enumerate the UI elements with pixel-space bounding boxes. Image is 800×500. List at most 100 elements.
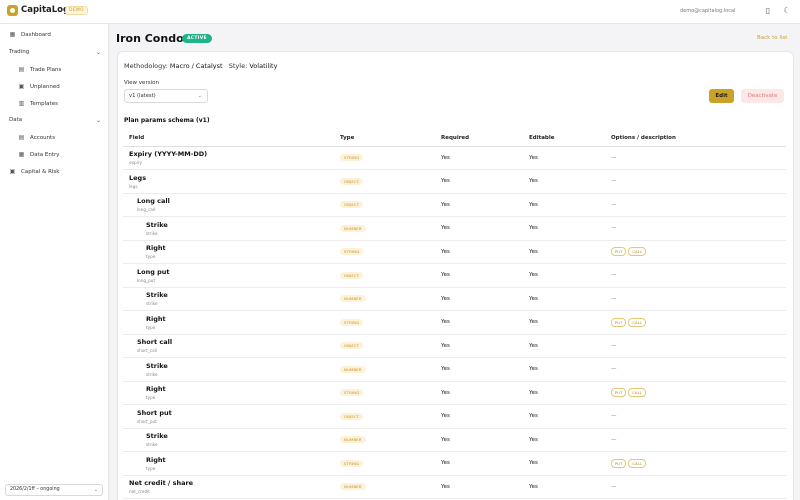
option-pill: CALL — [628, 317, 646, 327]
chevron-down-icon: ⌄ — [95, 117, 101, 124]
options-empty: — — [611, 272, 617, 279]
sidebar-item-data-entry[interactable]: ▦ Data Entry — [18, 151, 60, 158]
sidebar-item-label: Accounts — [30, 134, 56, 141]
field-cell: Strike strike — [123, 287, 334, 311]
type-cell: NUMBER — [334, 428, 435, 452]
table-row: Long put long_put OBJECT Yes Yes — — [123, 263, 786, 288]
type-badge: OBJECT — [340, 201, 364, 209]
type-badge: OBJECT — [340, 412, 364, 420]
field-cell: Legs legs — [123, 169, 334, 194]
field-name: Strike — [146, 361, 168, 370]
chevron-down-icon: ⌄ — [93, 487, 98, 493]
sidebar-item-unplanned[interactable]: ▣ Unplanned — [18, 83, 60, 90]
sidebar-group-trading[interactable]: Trading ⌄ — [9, 49, 101, 56]
field-cell: Right type — [123, 310, 334, 335]
field-key: short_call — [137, 348, 158, 354]
editable-cell: Yes — [523, 169, 605, 194]
type-cell: NUMBER — [334, 475, 435, 499]
column-header-type: Type — [334, 131, 435, 147]
table-row: Net credit / share net_credit NUMBER Yes Yes… — [123, 475, 786, 499]
type-cell: STRING — [334, 451, 435, 476]
options-empty: — — [611, 201, 617, 208]
type-badge: STRING — [340, 318, 364, 326]
brand-name[interactable]: CapitaLog — [21, 5, 69, 15]
editable-cell: Yes — [523, 146, 605, 170]
type-badge: NUMBER — [340, 436, 366, 444]
schema-table: Field Type Required Editable Options / d… — [123, 131, 786, 499]
options-cell: — — [605, 263, 786, 288]
sidebar-group-data[interactable]: Data ⌄ — [9, 117, 101, 124]
view-version-label: View version — [124, 80, 159, 86]
option-pill: PUT — [611, 317, 627, 327]
options-cell: — — [605, 428, 786, 452]
env-badge: DEMO — [65, 6, 88, 15]
table-row: Strike strike NUMBER Yes Yes — — [123, 216, 786, 241]
sidebar-item-accounts[interactable]: ▤ Accounts — [18, 134, 55, 141]
deactivate-button[interactable]: Deactivate — [741, 89, 784, 103]
field-name: Expiry (YYYY-MM-DD) — [129, 150, 208, 159]
moon-icon[interactable]: ☾ — [782, 6, 792, 16]
field-key: net_credit — [129, 489, 150, 495]
edit-button[interactable]: Edit — [709, 89, 734, 103]
column-header-field: Field — [123, 131, 334, 147]
editable-cell: Yes — [523, 428, 605, 452]
type-cell: STRING — [334, 240, 435, 264]
field-key: strike — [146, 230, 158, 236]
table-row: Strike strike NUMBER Yes Yes — — [123, 287, 786, 311]
sidebar-item-templates[interactable]: ▥ Templates — [18, 100, 58, 107]
field-name: Right — [146, 244, 166, 253]
period-select[interactable]: 2026/2/1ff – ongoing ⌄ — [5, 484, 103, 496]
field-name: Net credit / share — [129, 479, 194, 488]
type-badge: STRING — [340, 389, 364, 397]
options-cell: — — [605, 216, 786, 241]
field-cell: Net credit / share net_credit — [123, 475, 334, 499]
options-cell: PUT CALL — [605, 381, 786, 405]
schema-table-body: Expiry (YYYY-MM-DD) expiry STRING Yes Yes — Le… — [123, 146, 786, 499]
column-header-options: Options / description — [605, 131, 786, 147]
options-cell: — — [605, 404, 786, 429]
back-to-list-link[interactable]: Back to list — [757, 35, 787, 41]
sidebar-item-label: Trade Plans — [30, 66, 62, 73]
user-email[interactable]: demo@capitalog.local — [680, 8, 735, 14]
column-header-required: Required — [435, 131, 523, 147]
template-icon: ▥ — [18, 100, 25, 107]
option-pill: CALL — [628, 388, 646, 398]
type-cell: OBJECT — [334, 334, 435, 358]
sidebar-item-dashboard[interactable]: ▦ Dashboard — [9, 31, 51, 38]
table-row: Expiry (YYYY-MM-DD) expiry STRING Yes Yes — — [123, 146, 786, 170]
layout-icon[interactable]: ▯ — [763, 6, 773, 16]
field-name: Strike — [146, 220, 168, 229]
editable-cell: Yes — [523, 404, 605, 429]
required-cell: Yes — [435, 381, 523, 405]
sidebar-item-trade-plans[interactable]: ▤ Trade Plans — [18, 66, 62, 73]
table-row: Legs legs OBJECT Yes Yes — — [123, 169, 786, 194]
grid-icon: ▦ — [9, 31, 16, 38]
type-cell: OBJECT — [334, 169, 435, 194]
view-version-select[interactable]: v1 (latest) ⌄ — [124, 89, 208, 103]
required-cell: Yes — [435, 240, 523, 264]
type-badge: OBJECT — [340, 177, 364, 185]
methodology-line: Methodology: Macro / Catalyst Style: Vol… — [124, 62, 277, 70]
type-badge: NUMBER — [340, 295, 366, 303]
editable-cell: Yes — [523, 451, 605, 476]
field-cell: Right type — [123, 240, 334, 264]
style-label: Style: — [228, 62, 248, 70]
required-cell: Yes — [435, 451, 523, 476]
type-badge: NUMBER — [340, 224, 366, 232]
editable-cell: Yes — [523, 287, 605, 311]
sidebar-item-label: Capital & Risk — [21, 168, 60, 175]
field-cell: Right type — [123, 451, 334, 476]
plan-card: Methodology: Macro / Catalyst Style: Vol… — [117, 51, 794, 500]
options-cell: — — [605, 357, 786, 382]
options-cell: PUT CALL — [605, 240, 786, 264]
options-empty: — — [611, 295, 617, 302]
sidebar-item-capital-risk[interactable]: ▣ Capital & Risk — [9, 168, 60, 175]
option-pill: PUT — [611, 247, 627, 257]
column-header-editable: Editable — [523, 131, 605, 147]
field-name: Strike — [146, 432, 168, 441]
sidebar-item-label: Unplanned — [30, 83, 60, 90]
option-pill: PUT — [611, 388, 627, 398]
view-version-value: v1 (latest) — [129, 93, 156, 99]
options-cell: — — [605, 287, 786, 311]
options-empty: — — [611, 366, 617, 373]
